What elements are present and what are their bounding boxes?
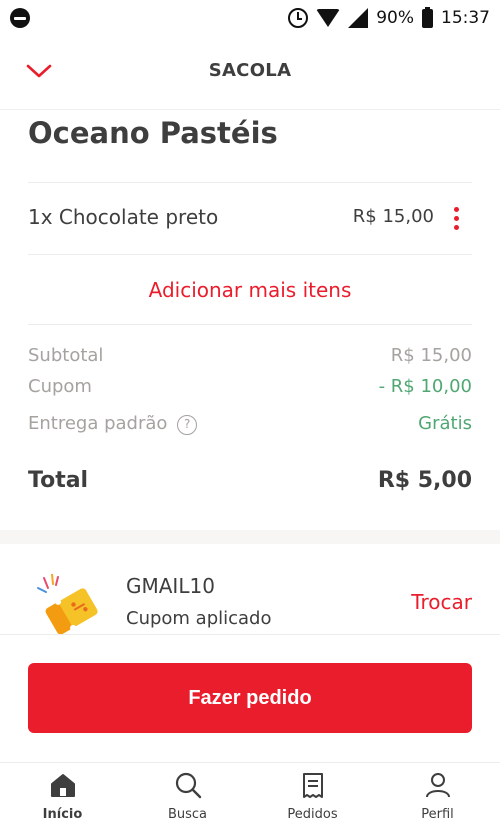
order-footer: Fazer pedido xyxy=(0,634,500,762)
header: SACOLA xyxy=(0,36,500,110)
delivery-label: Entrega padrão xyxy=(28,413,168,434)
divider xyxy=(28,182,472,183)
delivery-value: Grátis xyxy=(418,413,472,434)
add-more-items-link[interactable]: Adicionar mais itens xyxy=(0,278,500,302)
battery-icon xyxy=(422,6,433,28)
nav-label-search: Busca xyxy=(167,807,208,822)
clock: 15:37 xyxy=(441,8,490,28)
status-bar: 3G 90% 15:37 xyxy=(0,0,500,36)
do-not-disturb-icon xyxy=(10,8,30,28)
battery-percentage: 90% xyxy=(376,8,414,28)
total-label: Total xyxy=(28,468,89,493)
nav-item-home[interactable]: Início xyxy=(0,763,125,828)
wifi-icon xyxy=(316,9,341,27)
bottom-navigation: Início Busca Pedidos Perfil xyxy=(0,762,500,828)
item-description: 1x Chocolate preto xyxy=(28,205,219,229)
coupon-section: GMAIL10 Cupom aplicado Trocar xyxy=(0,544,500,634)
coupon-code: GMAIL10 xyxy=(126,574,215,598)
search-icon xyxy=(175,772,201,799)
nav-label-profile: Perfil xyxy=(421,807,454,822)
nav-label-home: Início xyxy=(42,807,83,822)
help-icon[interactable]: ? xyxy=(177,415,198,435)
nav-item-search[interactable]: Busca xyxy=(125,763,250,828)
item-price: R$ 15,00 xyxy=(352,206,434,227)
divider xyxy=(28,254,472,255)
place-order-button[interactable]: Fazer pedido xyxy=(28,663,472,733)
coupon-ticket-icon xyxy=(37,574,98,634)
divider xyxy=(28,324,472,325)
subtotal-value: R$ 15,00 xyxy=(390,345,472,366)
coupon-row: Cupom - R$ 10,00 xyxy=(28,376,472,397)
nav-label-orders: Pedidos xyxy=(287,807,338,822)
nav-item-profile[interactable]: Perfil xyxy=(375,763,500,828)
delivery-row: Entrega padrão ? Grátis xyxy=(28,413,472,435)
total-value: R$ 5,00 xyxy=(377,468,472,493)
cart-item: 1x Chocolate preto R$ 15,00 xyxy=(28,202,472,234)
home-icon xyxy=(50,774,75,797)
subtotal-label: Subtotal xyxy=(28,345,104,366)
more-options-icon[interactable] xyxy=(454,207,460,231)
coupon-label: Cupom xyxy=(28,376,92,397)
section-separator xyxy=(0,530,500,544)
total-row: Total R$ 5,00 xyxy=(28,468,472,493)
status-icons: 3G 90% 15:37 xyxy=(288,6,490,30)
change-coupon-link[interactable]: Trocar xyxy=(411,590,472,614)
alarm-icon xyxy=(288,8,309,28)
page-title: SACOLA xyxy=(208,60,292,81)
orders-icon xyxy=(302,773,323,798)
nav-item-orders[interactable]: Pedidos xyxy=(250,763,375,828)
cell-signal-icon: 3G xyxy=(348,8,369,28)
coupon-discount-value: - R$ 10,00 xyxy=(378,376,472,397)
store-name: Oceano Pastéis xyxy=(28,116,278,150)
subtotal-row: Subtotal R$ 15,00 xyxy=(28,345,472,366)
profile-icon xyxy=(425,773,450,798)
coupon-status: Cupom aplicado xyxy=(126,608,272,629)
